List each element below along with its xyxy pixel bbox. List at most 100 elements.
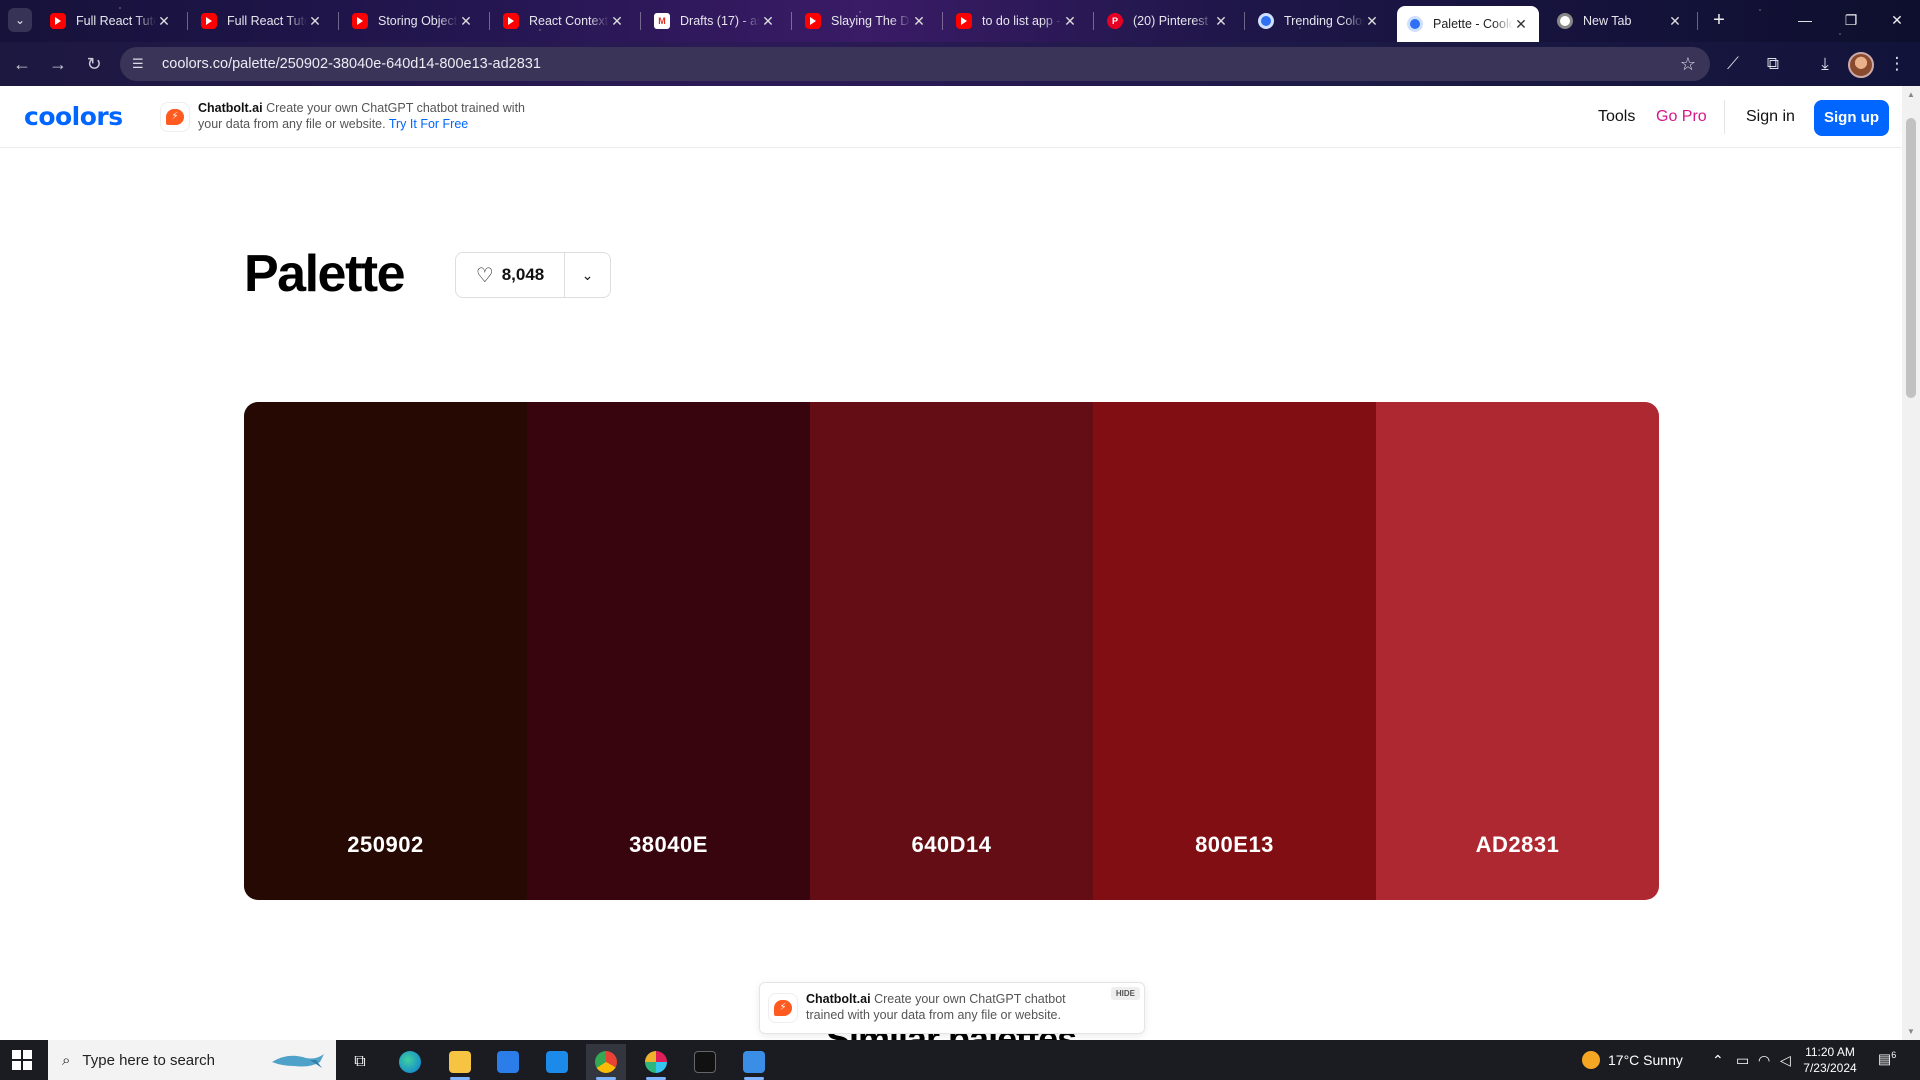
restore-button[interactable]: ❐	[1828, 6, 1874, 36]
tab-4[interactable]: React Context & ✕	[493, 6, 635, 36]
terminal-icon[interactable]	[685, 1044, 725, 1080]
close-tab-icon[interactable]: ✕	[1213, 13, 1229, 30]
windows-start-icon[interactable]	[12, 1050, 32, 1070]
close-tab-icon[interactable]: ✕	[1364, 13, 1380, 30]
search-placeholder: Type here to search	[82, 1051, 215, 1069]
address-bar[interactable]: ☰ coolors.co/palette/250902-38040e-640d1…	[120, 47, 1710, 81]
extensions-puzzle-icon[interactable]: ⧉	[1760, 52, 1786, 76]
back-button[interactable]: ←	[10, 52, 34, 76]
tab-9[interactable]: Trending Color ✕	[1248, 6, 1390, 36]
reload-button[interactable]: ↻	[82, 52, 106, 76]
forward-button[interactable]: →	[46, 52, 70, 76]
coolors-logo[interactable]: coolors	[24, 102, 123, 131]
tab-8[interactable]: P (20) Pinterest ✕	[1097, 6, 1239, 36]
url-text[interactable]: coolors.co/palette/250902-38040e-640d14-…	[162, 56, 541, 72]
tab-3[interactable]: Storing Objects ✕	[342, 6, 484, 36]
hide-ad-button[interactable]: HIDE	[1110, 987, 1140, 1000]
chrome-icon	[1557, 13, 1573, 29]
page-scrollbar[interactable]: ▲ ▼	[1902, 86, 1920, 1040]
close-tab-icon[interactable]: ✕	[760, 13, 776, 30]
photos-icon[interactable]	[734, 1044, 774, 1080]
tab-title: (20) Pinterest	[1133, 14, 1209, 28]
extension-icon[interactable]: ⟋	[1720, 52, 1746, 76]
browser-tab-bar: ⌄ Full React Tutorial ✕ Full React Tutor…	[0, 0, 1920, 42]
tray-chevron-up-icon[interactable]: ⌃	[1712, 1040, 1724, 1080]
microsoft-store-icon[interactable]	[488, 1044, 528, 1080]
mail-icon[interactable]	[537, 1044, 577, 1080]
chrome-taskbar-icon[interactable]	[586, 1044, 626, 1080]
tab-6[interactable]: Slaying The Dra ✕	[795, 6, 937, 36]
swatch-3[interactable]: 640D14	[810, 402, 1093, 900]
scrollbar-thumb[interactable]	[1906, 118, 1916, 398]
tab-1[interactable]: Full React Tutorial ✕	[40, 6, 182, 36]
minimize-button[interactable]: —	[1782, 6, 1828, 36]
nav-tools[interactable]: Tools	[1598, 108, 1635, 126]
close-window-button[interactable]: ✕	[1874, 6, 1920, 36]
swatch-hex[interactable]: AD2831	[1376, 832, 1659, 858]
wifi-icon[interactable]: ◠	[1758, 1040, 1770, 1080]
more-options-button[interactable]: ⌄	[565, 253, 610, 297]
taskbar-search[interactable]: ⌕ Type here to search	[48, 1040, 336, 1080]
swatch-hex[interactable]: 250902	[244, 832, 527, 858]
task-view-icon[interactable]: ⧉	[340, 1044, 380, 1080]
tab-7[interactable]: to do list app - ✕	[946, 6, 1088, 36]
like-button[interactable]: ♡ 8,048	[456, 253, 565, 297]
gmail-icon: M	[654, 13, 670, 29]
scroll-up-icon[interactable]: ▲	[1907, 90, 1915, 99]
tab-separator	[791, 12, 792, 30]
site-info-icon[interactable]: ☰	[132, 56, 152, 72]
tab-11[interactable]: New Tab ✕	[1547, 6, 1693, 36]
meet-now-icon[interactable]: ▭	[1736, 1040, 1749, 1080]
close-tab-icon[interactable]: ✕	[1667, 13, 1683, 30]
page-content: coolors ⚡ Chatbolt.ai Create your own Ch…	[0, 86, 1902, 1040]
swatch-hex[interactable]: 38040E	[527, 832, 810, 858]
tab-10-active[interactable]: Palette - Coolors ✕	[1397, 6, 1539, 42]
menu-kebab-icon[interactable]: ⋮	[1884, 52, 1910, 76]
ad-cta-link[interactable]: Try It For Free	[389, 117, 468, 131]
system-clock[interactable]: 11:20 AM 7/23/2024	[1790, 1044, 1870, 1076]
weather-sun-icon	[1582, 1051, 1600, 1069]
swatch-1[interactable]: 250902	[244, 402, 527, 900]
close-tab-icon[interactable]: ✕	[156, 13, 172, 30]
close-tab-icon[interactable]: ✕	[1062, 13, 1078, 30]
swatch-hex[interactable]: 800E13	[1093, 832, 1376, 858]
floating-ad[interactable]: ⚡ Chatbolt.ai Create your own ChatGPT ch…	[759, 982, 1145, 1034]
swatch-4[interactable]: 800E13	[1093, 402, 1376, 900]
tab-title: Storing Objects	[378, 14, 458, 28]
file-explorer-icon[interactable]	[440, 1044, 480, 1080]
weather-text: 17°C Sunny	[1608, 1052, 1683, 1068]
nav-go-pro[interactable]: Go Pro	[1656, 108, 1707, 126]
like-count: 8,048	[501, 265, 545, 284]
clock-time: 11:20 AM	[1805, 1045, 1855, 1059]
close-tab-icon[interactable]: ✕	[1513, 16, 1529, 33]
chatbolt-ad-icon[interactable]: ⚡	[160, 102, 190, 132]
tab-title: to do list app -	[982, 14, 1061, 28]
youtube-icon	[805, 13, 821, 29]
profile-avatar[interactable]	[1848, 52, 1874, 78]
weather-widget[interactable]: 17°C Sunny	[1582, 1040, 1683, 1080]
close-tab-icon[interactable]: ✕	[911, 13, 927, 30]
swatch-hex[interactable]: 640D14	[810, 832, 1093, 858]
windows-taskbar: ⌕ Type here to search ⧉ 17°C Sunny ⌃ ▭ ◠…	[0, 1040, 1920, 1080]
clock-date: 7/23/2024	[1803, 1061, 1857, 1075]
edge-icon[interactable]	[390, 1044, 430, 1080]
swatch-2[interactable]: 38040E	[527, 402, 810, 900]
download-icon[interactable]: ⤓	[1812, 52, 1838, 76]
header-ad[interactable]: Chatbolt.ai Create your own ChatGPT chat…	[198, 100, 538, 132]
tab-5[interactable]: M Drafts (17) - asi ✕	[644, 6, 786, 36]
new-tab-button[interactable]: +	[1706, 8, 1732, 34]
site-header: coolors ⚡ Chatbolt.ai Create your own Ch…	[0, 86, 1902, 148]
bookmark-star-icon[interactable]: ☆	[1680, 54, 1696, 75]
close-tab-icon[interactable]: ✕	[458, 13, 474, 30]
tab-2[interactable]: Full React Tutorial ✕	[191, 6, 333, 36]
tab-search-button[interactable]: ⌄	[8, 8, 32, 32]
slack-icon[interactable]	[636, 1044, 676, 1080]
sign-in-link[interactable]: Sign in	[1746, 108, 1795, 126]
close-tab-icon[interactable]: ✕	[307, 13, 323, 30]
scroll-down-icon[interactable]: ▼	[1907, 1027, 1915, 1036]
close-tab-icon[interactable]: ✕	[609, 13, 625, 30]
sign-up-button[interactable]: Sign up	[1814, 100, 1889, 136]
notification-center-icon[interactable]: ▤6	[1878, 1050, 1900, 1070]
search-icon: ⌕	[62, 1051, 71, 1069]
swatch-5[interactable]: AD2831	[1376, 402, 1659, 900]
